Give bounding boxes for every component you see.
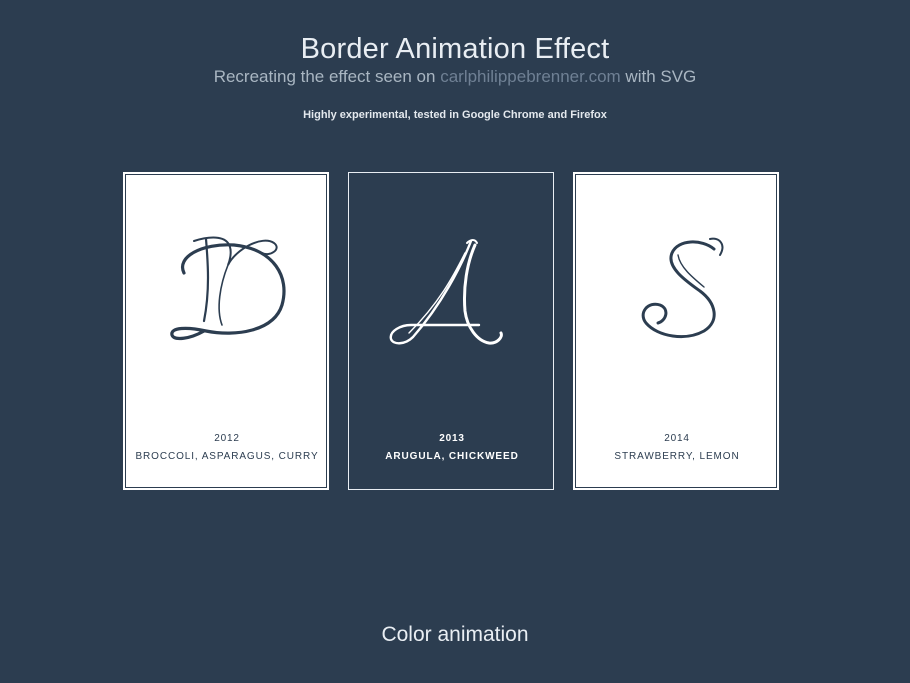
monogram-letter-s bbox=[641, 237, 724, 338]
page-subtitle: Recreating the effect seen on carlphilip… bbox=[0, 66, 910, 88]
card-items: STRAWBERRY, LEMON bbox=[614, 451, 740, 462]
card-d[interactable]: 2012 BROCCOLI, ASPARAGUS, CURRY bbox=[123, 172, 329, 490]
compatibility-note: Highly experimental, tested in Google Ch… bbox=[303, 109, 607, 121]
card-year: 2012 bbox=[214, 433, 240, 444]
card-items: BROCCOLI, ASPARAGUS, CURRY bbox=[135, 451, 319, 462]
card-s[interactable]: 2014 STRAWBERRY, LEMON bbox=[573, 172, 779, 490]
card-year: 2014 bbox=[664, 433, 690, 444]
monogram-letter-d bbox=[170, 236, 286, 341]
card-a[interactable]: 2013 ARUGULA, CHICKWEED bbox=[348, 172, 554, 490]
subtitle-suffix: with SVG bbox=[620, 67, 697, 86]
card-items: ARUGULA, CHICKWEED bbox=[385, 451, 519, 462]
monogram-letter-a bbox=[389, 239, 503, 345]
page-title: Border Animation Effect bbox=[300, 33, 610, 65]
section-title-color-animation: Color animation bbox=[381, 623, 529, 646]
card-year: 2013 bbox=[439, 433, 465, 444]
source-site-link[interactable]: carlphilippebrenner.com bbox=[440, 67, 621, 86]
subtitle-prefix: Recreating the effect seen on bbox=[213, 67, 441, 86]
